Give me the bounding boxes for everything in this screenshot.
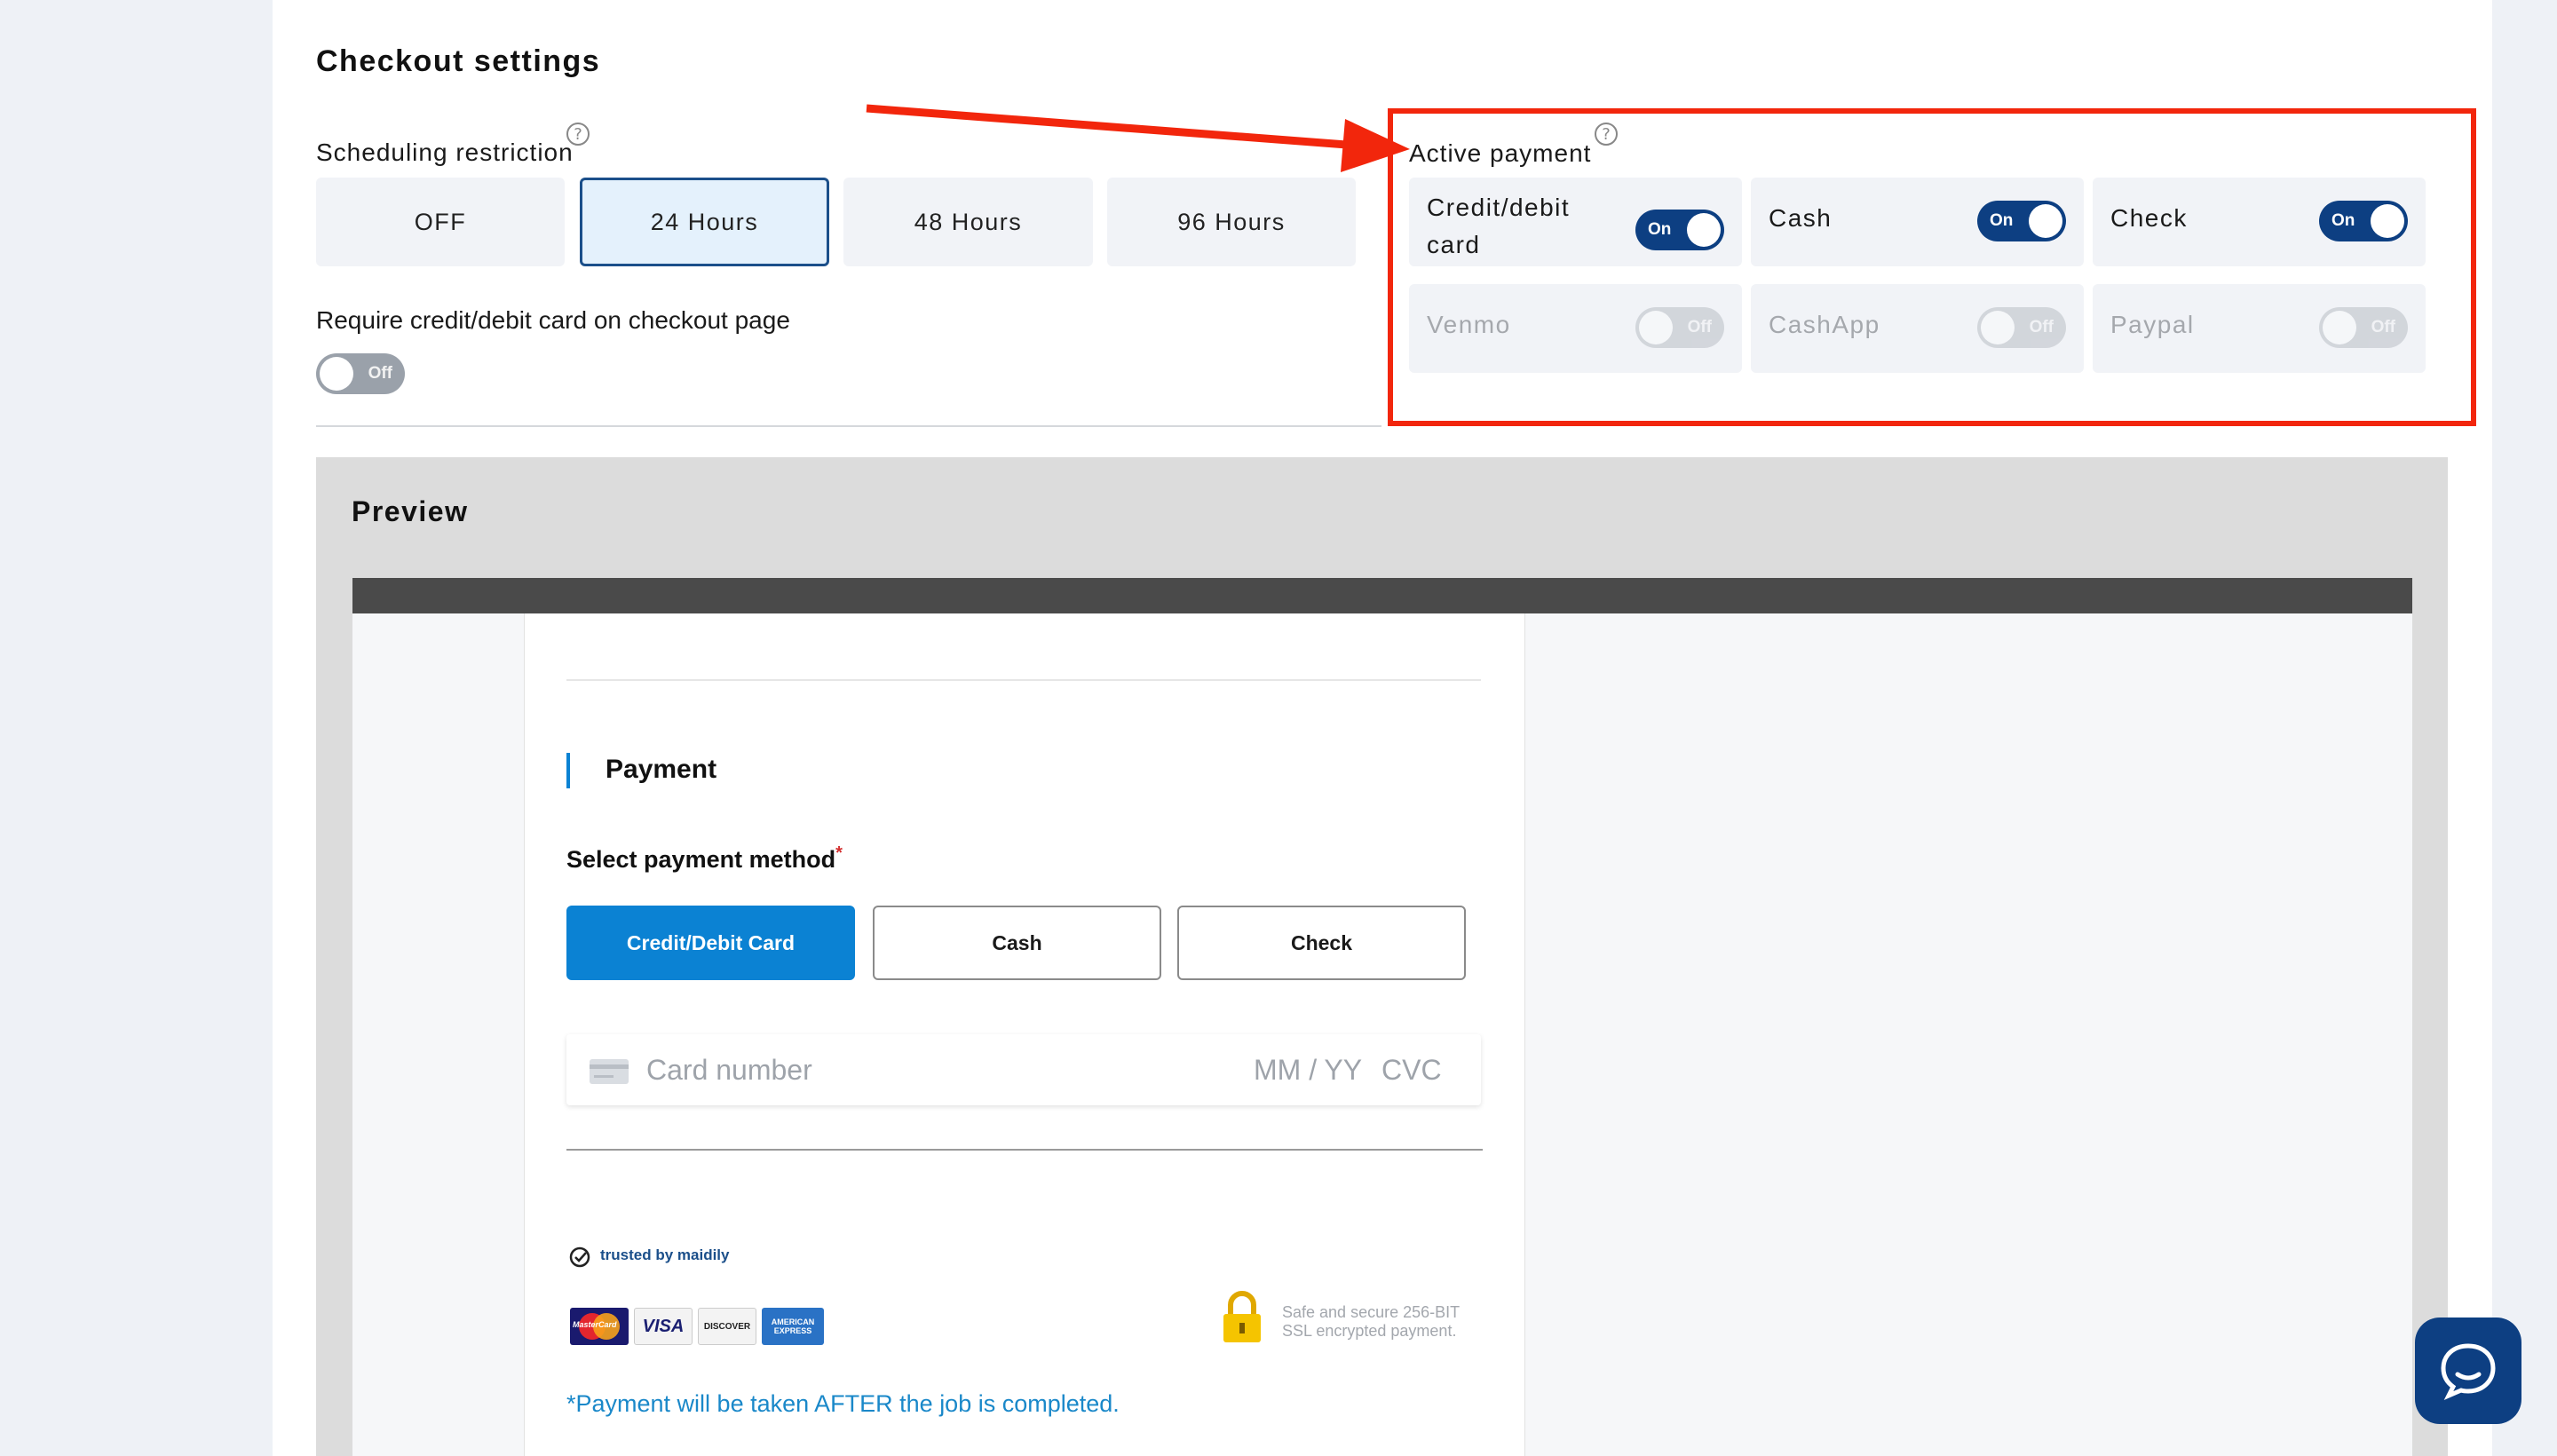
section-accent-bar <box>566 753 570 788</box>
cashapp-toggle[interactable]: Off <box>1977 307 2066 348</box>
toggle-state-label: Off <box>368 364 392 383</box>
payment-method-check: Check On <box>2093 178 2426 266</box>
scheduling-option-48-hours[interactable]: 48 Hours <box>843 178 1093 266</box>
preview-title: Preview <box>352 495 469 527</box>
scheduling-restriction-label: Scheduling restriction <box>316 138 574 166</box>
payment-method-name: CashApp <box>1769 311 1880 338</box>
payment-method-name: Venmo <box>1427 311 1511 338</box>
check-circle-icon <box>569 1246 590 1268</box>
toggle-state-label: On <box>1648 220 1672 239</box>
payment-method-paypal: Paypal Off <box>2093 284 2426 373</box>
venmo-toggle[interactable]: Off <box>1635 307 1724 348</box>
annotation-arrow <box>866 104 1410 172</box>
toggle-knob <box>1639 311 1673 344</box>
discover-logo: DISCOVER <box>698 1308 756 1345</box>
scheduling-option-96-hours[interactable]: 96 Hours <box>1107 178 1356 266</box>
scheduling-help-icon[interactable]: ? <box>566 123 590 146</box>
preview-check-button[interactable]: Check <box>1177 906 1466 980</box>
american-express-logo: AMERICAN EXPRESS <box>762 1308 824 1345</box>
toggle-state-label: Off <box>2029 318 2054 336</box>
scheduling-option-24-hours[interactable]: 24 Hours <box>580 178 829 266</box>
credit-card-icon <box>590 1059 629 1084</box>
payment-method-name: Credit/debit <box>1427 194 1571 221</box>
preview-top-divider <box>566 679 1481 681</box>
preview-cash-button[interactable]: Cash <box>873 906 1161 980</box>
payment-method-name: card <box>1427 231 1481 258</box>
section-divider <box>316 425 1381 427</box>
preview-browser-bar <box>352 578 2412 613</box>
toggle-state-label: On <box>2331 211 2355 230</box>
toggle-state-label: On <box>1990 211 2014 230</box>
payment-method-cashapp: CashApp Off <box>1751 284 2084 373</box>
preview-credit-debit-card-button[interactable]: Credit/Debit Card <box>566 906 855 980</box>
payment-note: *Payment will be taken AFTER the job is … <box>566 1390 1120 1417</box>
toggle-knob <box>2371 204 2404 238</box>
padlock-icon <box>1223 1291 1261 1342</box>
require-card-label: Require credit/debit card on checkout pa… <box>316 306 790 334</box>
payment-section-title: Payment <box>606 755 717 784</box>
trusted-by-text: trusted by maidily <box>600 1246 730 1263</box>
payment-method-credit-debit-card: Credit/debit card On <box>1409 178 1742 266</box>
credit-debit-card-toggle[interactable]: On <box>1635 210 1724 250</box>
active-payment-help-icon[interactable]: ? <box>1595 123 1618 146</box>
payment-method-cash: Cash On <box>1751 178 2084 266</box>
cvc-placeholder: CVC <box>1381 1054 1442 1086</box>
preview-bottom-divider <box>566 1149 1483 1151</box>
payment-method-name: Cash <box>1769 204 1833 232</box>
select-payment-method-label: Select payment method* <box>566 843 843 873</box>
secure-payment-text: Safe and secure 256-BIT SSL encrypted pa… <box>1282 1303 1461 1340</box>
expiry-placeholder: MM / YY <box>1254 1054 1363 1086</box>
payment-method-venmo: Venmo Off <box>1409 284 1742 373</box>
cash-toggle[interactable]: On <box>1977 201 2066 241</box>
card-number-input[interactable]: Card number MM / YY CVC <box>566 1034 1481 1105</box>
toggle-state-label: Off <box>1687 318 1712 336</box>
require-card-toggle[interactable]: Off <box>316 353 405 394</box>
toggle-knob <box>1687 213 1721 247</box>
required-mark: * <box>835 843 843 863</box>
check-toggle[interactable]: On <box>2319 201 2408 241</box>
card-number-placeholder: Card number <box>646 1054 812 1086</box>
active-payment-label: Active payment <box>1409 139 1592 167</box>
toggle-knob <box>1981 311 2015 344</box>
toggle-state-label: Off <box>2371 318 2395 336</box>
visa-logo: VISA <box>634 1308 693 1345</box>
toggle-knob <box>2029 204 2062 238</box>
payment-method-name: Check <box>2110 204 2188 232</box>
checkout-settings-title: Checkout settings <box>316 44 601 78</box>
paypal-toggle[interactable]: Off <box>2319 307 2408 348</box>
payment-method-name: Paypal <box>2110 311 2195 338</box>
toggle-knob <box>320 357 353 391</box>
toggle-knob <box>2323 311 2356 344</box>
chat-bubble-icon <box>2441 1343 2496 1400</box>
mastercard-logo: MasterCard <box>570 1308 629 1345</box>
scheduling-option-off[interactable]: OFF <box>316 178 565 266</box>
chat-widget-button[interactable] <box>2415 1318 2521 1424</box>
